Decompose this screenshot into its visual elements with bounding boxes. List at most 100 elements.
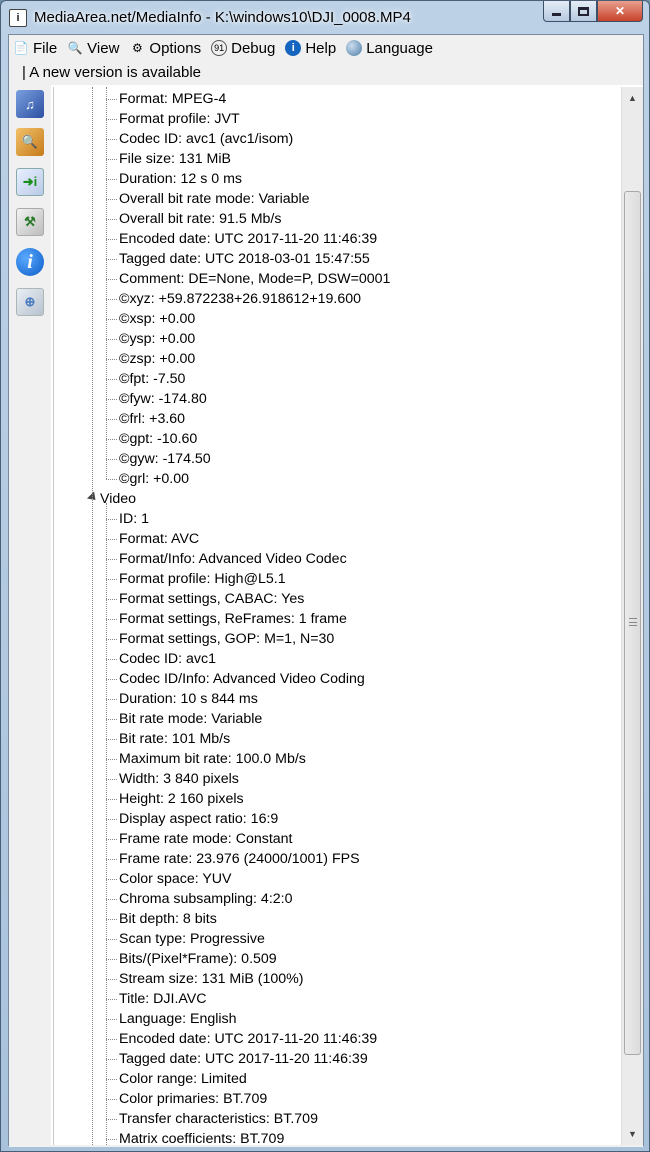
menu-debug[interactable]: 91 Debug (207, 37, 281, 59)
window-title: MediaArea.net/MediaInfo - K:\windows10\D… (34, 9, 411, 26)
tree-item-label: ©fpt: -7.50 (119, 371, 186, 387)
menu-options[interactable]: ⚙ Options (125, 37, 207, 59)
menu-label: View (87, 39, 120, 57)
tree-item-label: Format/Info: Advanced Video Codec (119, 551, 347, 567)
open-folder-button[interactable]: 🔍 (13, 125, 47, 159)
tree-connector (106, 879, 117, 880)
tree-connector (106, 679, 117, 680)
tree-item-label: ©xyz: +59.872238+26.918612+19.600 (119, 291, 361, 307)
tree-item-label: Codec ID: avc1 (avc1/isom) (119, 131, 294, 147)
tree-connector (106, 339, 117, 340)
about-button[interactable]: i (13, 245, 47, 279)
arrow-up-icon: ▲ (628, 93, 637, 103)
tree-connector (106, 1119, 117, 1120)
mediainfo-icon[interactable]: i (9, 9, 27, 27)
tree-item-label: Bit rate: 101 Mb/s (119, 731, 231, 747)
info-icon: i (16, 248, 44, 276)
menu-help[interactable]: i Help (281, 37, 342, 59)
menu-view[interactable]: 🔍 View (63, 37, 125, 59)
scrollbar-thumb[interactable] (624, 191, 641, 1055)
menu-label: Debug (231, 39, 276, 57)
tree-connector (106, 279, 117, 280)
tree-item-label: ©gpt: -10.60 (119, 431, 198, 447)
tree-item-label: Bits/(Pixel*Frame): 0.509 (119, 951, 277, 967)
tree-item-label: File size: 131 MiB (119, 151, 231, 167)
tree-item-label: Scan type: Progressive (119, 931, 265, 947)
tree-item-label: ©xsp: +0.00 (119, 311, 196, 327)
tree-item-label: Format settings, GOP: M=1, N=30 (119, 631, 335, 647)
tree-connector (106, 159, 117, 160)
tree-root-guide-line (92, 87, 93, 1145)
tree-connector (106, 899, 117, 900)
status-bar (9, 1145, 643, 1147)
tree-item-label: Title: DJI.AVC (119, 991, 207, 1007)
tree-connector (106, 739, 117, 740)
media-info-tree[interactable]: Format: MPEG-4 Format profile: JVT Codec I… (53, 87, 621, 1145)
menu-language[interactable]: Language (342, 37, 439, 59)
tree-connector (106, 819, 117, 820)
maximize-button[interactable] (570, 1, 597, 22)
tree-connector (106, 939, 117, 940)
tree-item-label: Display aspect ratio: 16:9 (119, 811, 279, 827)
tree-connector (106, 379, 117, 380)
tree-connector (106, 559, 117, 560)
menu-file[interactable]: 📄 File (9, 37, 63, 59)
grip-icon (629, 618, 637, 626)
menu-label: File (33, 39, 58, 57)
scroll-up-button[interactable]: ▲ (622, 89, 643, 107)
collapse-triangle-icon[interactable] (86, 491, 100, 504)
title-bar[interactable]: i MediaArea.net/MediaInfo - K:\windows10… (1, 1, 649, 34)
close-button[interactable]: ✕ (597, 1, 643, 22)
tree-item-label: Bit rate mode: Variable (119, 711, 263, 727)
tree-item-label: ©fyw: -174.80 (119, 391, 207, 407)
tree-connector (106, 839, 117, 840)
export-button[interactable]: ➜i (13, 165, 47, 199)
open-file-icon: ♫ (16, 90, 44, 118)
menu-label: Help (305, 39, 337, 57)
tree-guide-line (106, 87, 107, 479)
tree-item-label: Chroma subsampling: 4:2:0 (119, 891, 293, 907)
tree-connector (106, 199, 117, 200)
tree-item-label: Format profile: High@L5.1 (119, 571, 286, 587)
tree-item-label: Height: 2 160 pixels (119, 791, 244, 807)
tree-connector (106, 359, 117, 360)
tree-item-label: Encoded date: UTC 2017-11-20 11:46:39 (119, 1031, 378, 1047)
tree-item-label: Format profile: JVT (119, 111, 240, 127)
tree-connector (106, 719, 117, 720)
open-file-button[interactable]: ♫ (13, 87, 47, 121)
tree-item-label: Color range: Limited (119, 1071, 247, 1087)
new-version-notice[interactable]: | A new version is available (9, 61, 643, 85)
tree-connector (106, 1079, 117, 1080)
web-icon: ⊕ (16, 288, 44, 316)
help-icon: i (285, 40, 302, 56)
minimize-icon (552, 12, 561, 16)
side-toolbar: ♫ 🔍 ➜i ⚒ i ⊕ (9, 85, 51, 1145)
minimize-button[interactable] (543, 1, 570, 22)
web-button[interactable]: ⊕ (13, 285, 47, 319)
menu-label: Language (366, 39, 433, 57)
language-icon (346, 40, 363, 56)
scroll-down-button[interactable]: ▼ (622, 1125, 643, 1143)
tree-item-label: Format settings, CABAC: Yes (119, 591, 305, 607)
tree-connector (106, 599, 117, 600)
tree-connector (106, 239, 117, 240)
tree-connector (106, 1099, 117, 1100)
vertical-scrollbar[interactable]: ▲ ▼ (621, 87, 643, 1145)
tree-item-label: Width: 3 840 pixels (119, 771, 239, 787)
tree-connector (106, 979, 117, 980)
tree-item-label: Format: MPEG-4 (119, 91, 227, 107)
preferences-button[interactable]: ⚒ (13, 205, 47, 239)
tree-item-label: ©grl: +0.00 (119, 471, 190, 487)
tree-connector (106, 859, 117, 860)
view-icon: 🔍 (67, 41, 83, 55)
tree-connector (106, 539, 117, 540)
tree-connector (106, 659, 117, 660)
tree-item-label: Matrix coefficients: BT.709 (119, 1131, 285, 1145)
tree-item-label: Duration: 12 s 0 ms (119, 171, 243, 187)
open-folder-icon: 🔍 (16, 128, 44, 156)
tree-item-label: Format: AVC (119, 531, 200, 547)
tree-connector (106, 759, 117, 760)
debug-icon: 91 (211, 40, 228, 56)
tree-connector (106, 1139, 117, 1140)
tree-connector (106, 439, 117, 440)
